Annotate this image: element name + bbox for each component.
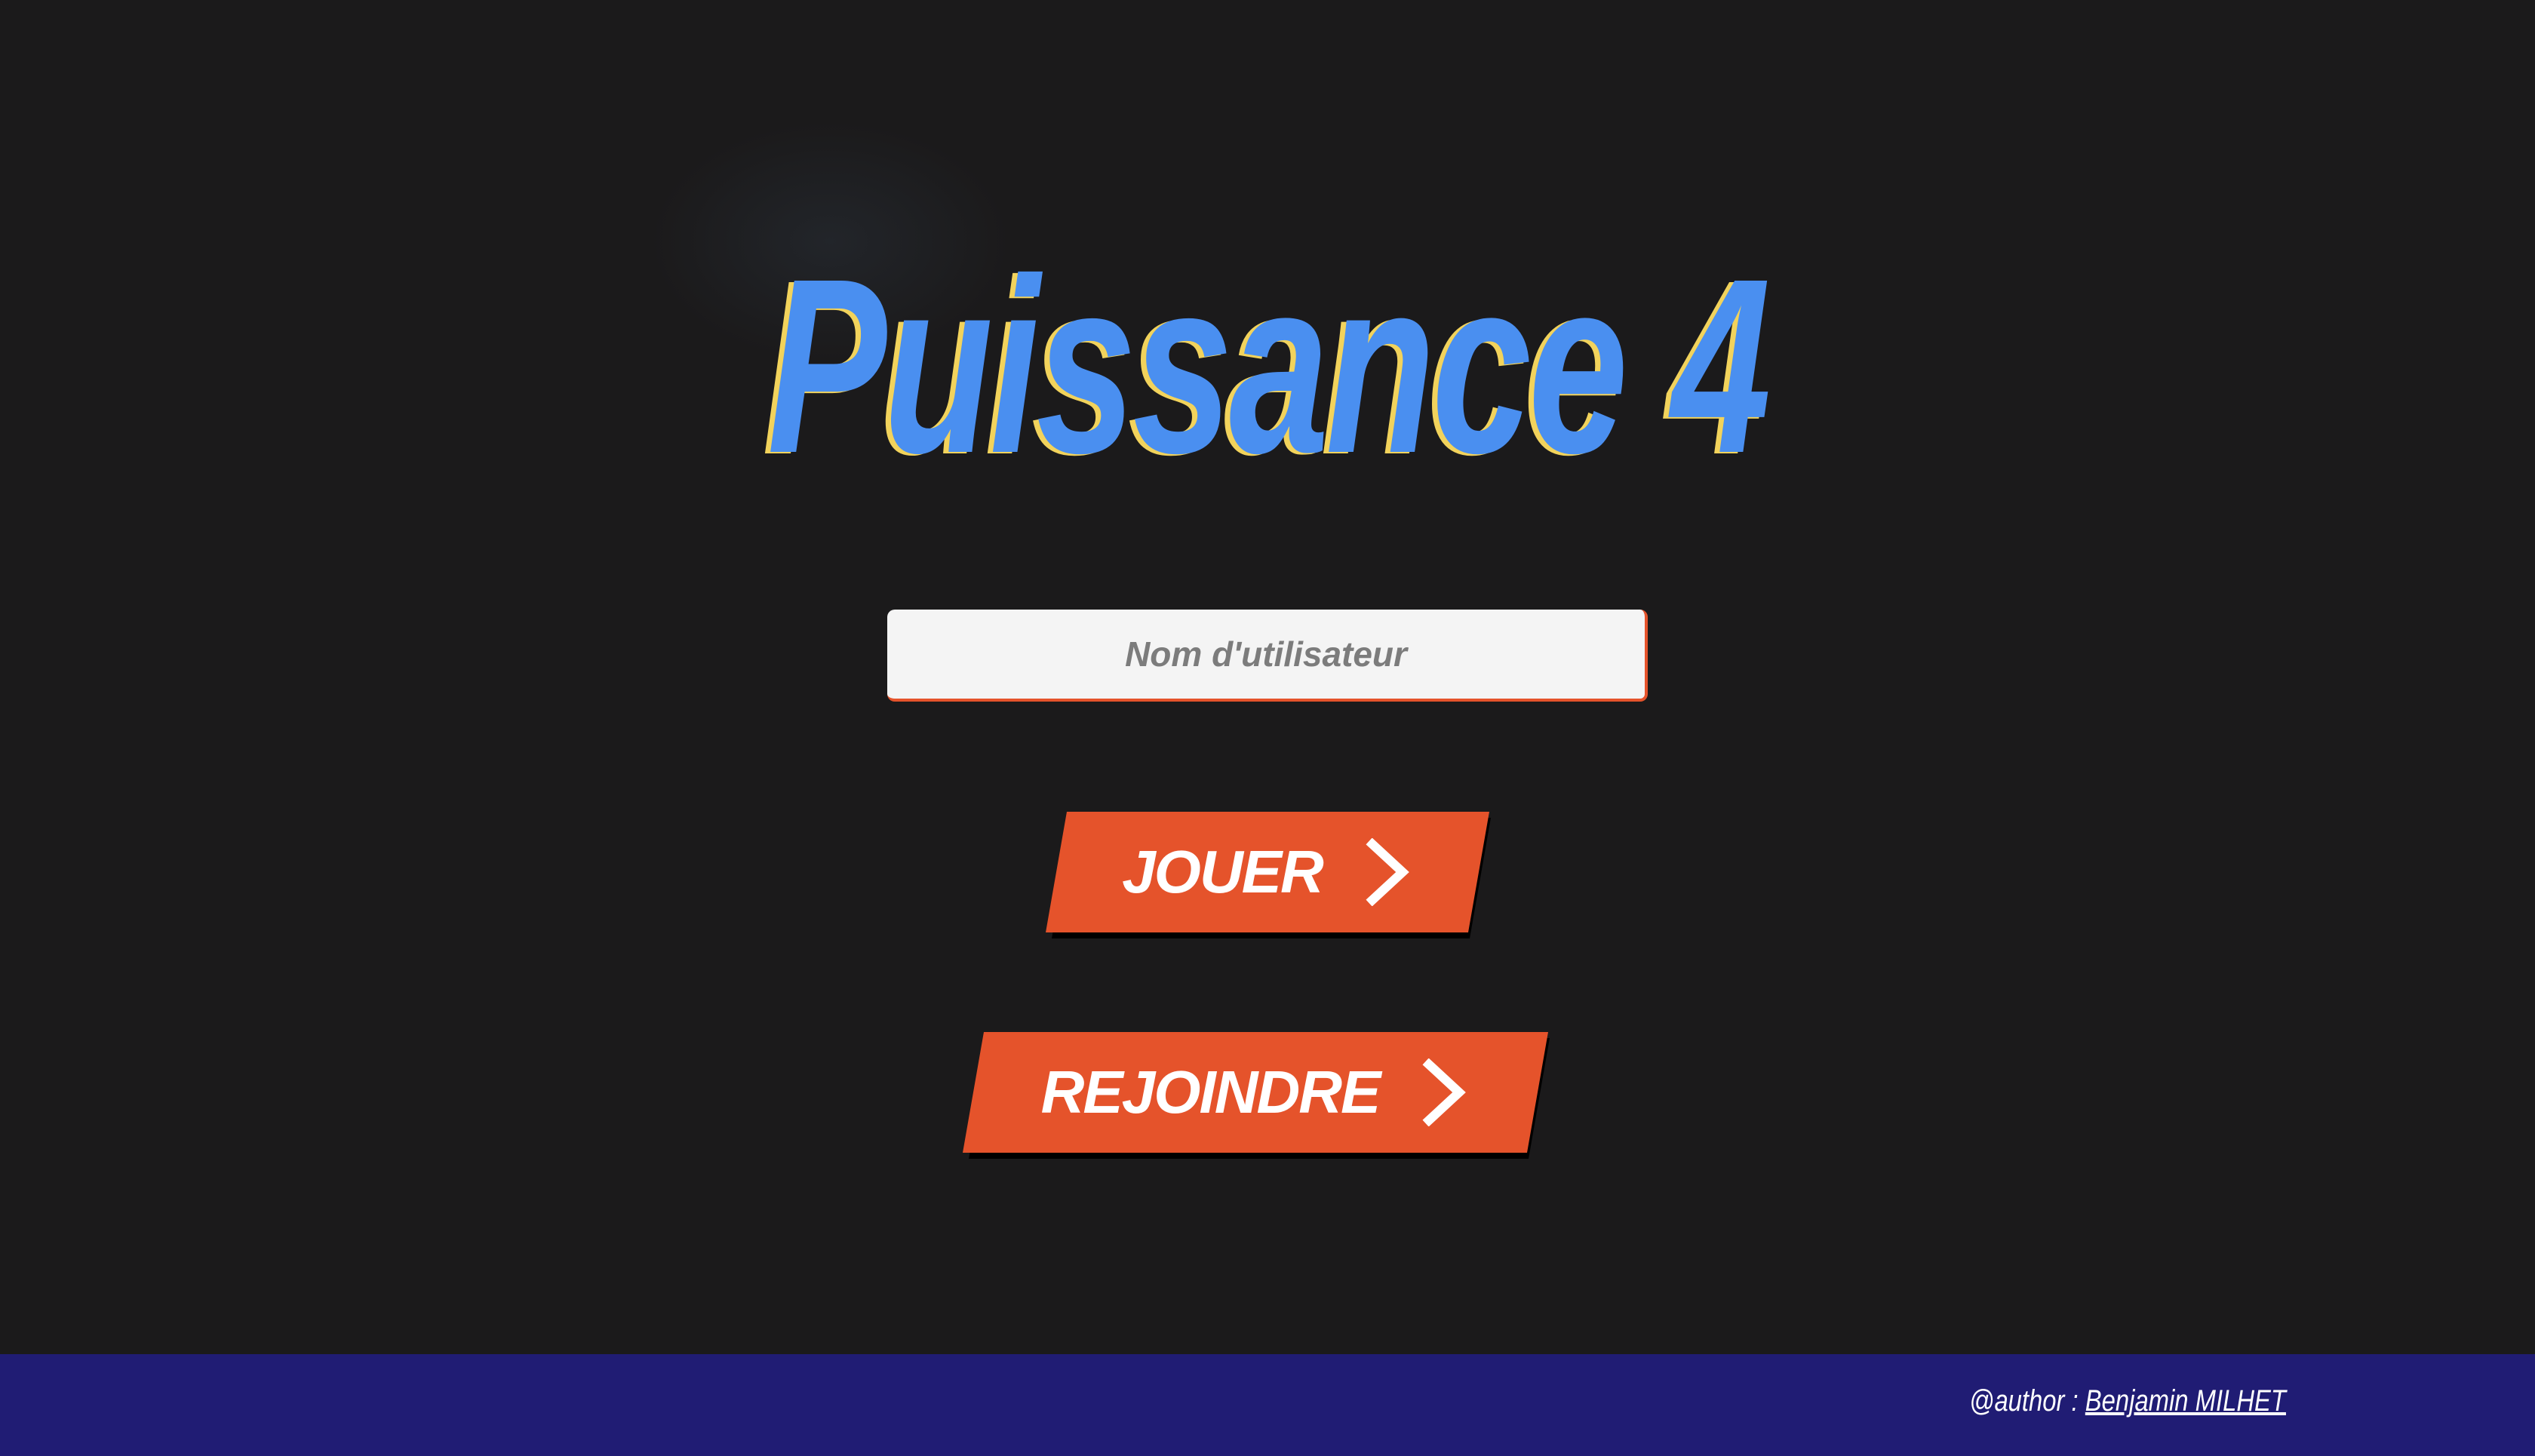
- username-input[interactable]: [887, 610, 1648, 702]
- author-link[interactable]: Benjamin MILHET: [2085, 1384, 2286, 1418]
- play-button[interactable]: JOUER: [1046, 812, 1489, 932]
- play-button-label: JOUER: [1122, 838, 1323, 905]
- game-title: Puissance 4: [767, 226, 1771, 505]
- author-credit: @author : Benjamin MILHET: [1969, 1384, 2286, 1418]
- chevron-right-icon: [1360, 838, 1413, 906]
- home-screen: Puissance 4 JOUER REJOINDRE @author : Be…: [0, 0, 2535, 1456]
- author-prefix: @author :: [1969, 1384, 2079, 1418]
- join-button[interactable]: REJOINDRE: [963, 1032, 1548, 1153]
- join-button-label: REJOINDRE: [1040, 1058, 1380, 1126]
- footer: @author : Benjamin MILHET: [0, 1354, 2535, 1456]
- chevron-right-icon: [1417, 1058, 1470, 1126]
